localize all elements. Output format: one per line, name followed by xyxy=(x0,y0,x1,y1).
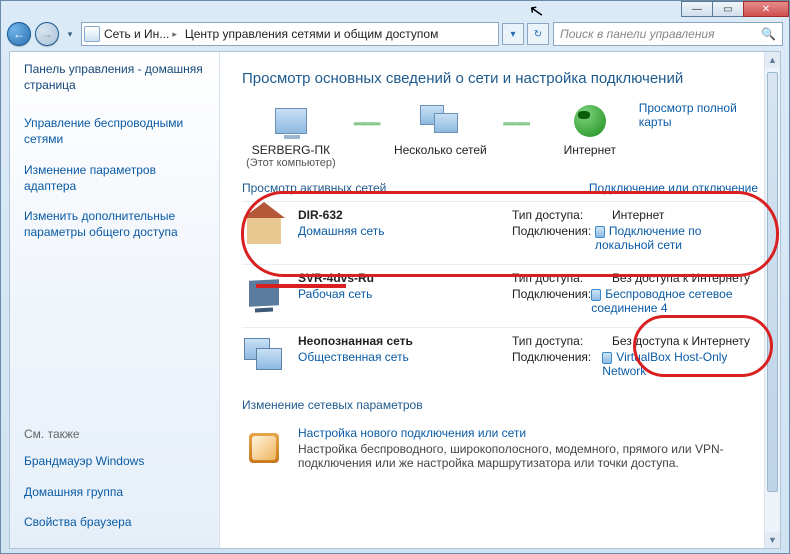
change-settings-header: Изменение сетевых параметров xyxy=(242,398,758,412)
close-button[interactable]: ✕ xyxy=(743,1,789,17)
breadcrumb-level-1[interactable]: Сеть и Ин... ▸ xyxy=(100,27,181,41)
connection-link[interactable]: VirtualBox Host-Only Network xyxy=(602,350,758,378)
overview-pc-name: SERBERG-ПК xyxy=(242,143,340,157)
navbar: ← → ▾ Сеть и Ин... ▸ Центр управления се… xyxy=(1,19,789,49)
overview-multi-net: Несколько сетей xyxy=(391,101,489,157)
search-placeholder: Поиск в панели управления xyxy=(560,27,715,41)
control-panel-icon xyxy=(84,26,100,42)
chevron-right-icon: ▸ xyxy=(172,29,177,40)
globe-icon xyxy=(574,105,606,137)
new-connection-desc: Настройка беспроводного, широкополосного… xyxy=(298,442,758,470)
network-name: Неопознанная сеть xyxy=(298,334,413,348)
main-panel: Просмотр основных сведений о сети и наст… xyxy=(220,52,780,548)
network-overview: SERBERG-ПК (Этот компьютер) ━━━ Нескольк… xyxy=(242,101,758,169)
scrollbar[interactable]: ▲ ▼ xyxy=(764,52,780,548)
network-type-link[interactable]: Домашняя сеть xyxy=(298,224,384,238)
adapter-icon xyxy=(591,289,601,301)
network-name: DIR-632 xyxy=(298,208,384,222)
network-row: DIR-632 Домашняя сеть Тип доступа:Интерн… xyxy=(242,201,758,264)
overview-pc-sub: (Этот компьютер) xyxy=(242,157,340,169)
access-type-value: Интернет xyxy=(612,208,664,222)
access-type-value: Без доступа к Интернету xyxy=(612,334,750,348)
sidebar-title[interactable]: Панель управления - домашняя страница xyxy=(24,62,205,93)
overview-multi-label: Несколько сетей xyxy=(391,143,489,157)
new-connection-link[interactable]: Настройка нового подключения или сети xyxy=(298,426,758,440)
access-type-label: Тип доступа: xyxy=(512,271,612,285)
access-type-value: Без доступа к Интернету xyxy=(612,271,750,285)
new-connection-icon xyxy=(249,433,279,463)
sidebar-link-wireless[interactable]: Управление беспроводными сетями xyxy=(24,115,205,147)
public-network-icon xyxy=(244,338,284,374)
address-bar[interactable]: Сеть и Ин... ▸ Центр управления сетями и… xyxy=(81,22,499,46)
view-full-map-link[interactable]: Просмотр полной карты xyxy=(639,101,758,129)
window: — ▭ ✕ ← → ▾ Сеть и Ин... ▸ Центр управле… xyxy=(0,0,790,554)
content-area: Панель управления - домашняя страница Уп… xyxy=(9,51,781,549)
connect-disconnect-link[interactable]: Подключение или отключение xyxy=(589,181,758,195)
breadcrumb-label: Сеть и Ин... xyxy=(104,27,169,41)
sidebar: Панель управления - домашняя страница Уп… xyxy=(10,52,220,548)
search-icon: 🔍 xyxy=(761,27,776,41)
network-name: SVR-4dvs-Ru xyxy=(298,271,374,285)
connections-label: Подключения: xyxy=(512,287,591,315)
maximize-button[interactable]: ▭ xyxy=(712,1,744,17)
minimize-button[interactable]: — xyxy=(681,1,713,17)
scroll-down-button[interactable]: ▼ xyxy=(765,532,780,548)
connections-label: Подключения: xyxy=(512,224,595,252)
sidebar-link-firewall[interactable]: Брандмауэр Windows xyxy=(24,453,205,469)
arrow-icon: ━━━ xyxy=(340,101,392,147)
overview-internet: Интернет xyxy=(541,101,639,157)
refresh-button[interactable]: ↻ xyxy=(527,23,549,45)
see-also-label: См. также xyxy=(24,427,205,441)
page-title: Просмотр основных сведений о сети и наст… xyxy=(242,70,758,87)
sidebar-link-homegroup[interactable]: Домашняя группа xyxy=(24,484,205,500)
overview-internet-label: Интернет xyxy=(541,143,639,157)
connection-link[interactable]: Подключение по локальной сети xyxy=(595,224,758,252)
active-networks-label: Просмотр активных сетей xyxy=(242,181,386,195)
arrow-icon: ━━━ xyxy=(489,101,541,147)
sidebar-link-browser[interactable]: Свойства браузера xyxy=(24,514,205,530)
network-row: Неопознанная сеть Общественная сеть Тип … xyxy=(242,327,758,390)
search-input[interactable]: Поиск в панели управления 🔍 xyxy=(553,22,783,46)
breadcrumb-label: Центр управления сетями и общим доступом xyxy=(185,27,439,41)
home-network-icon xyxy=(247,216,281,244)
work-network-icon xyxy=(249,279,279,307)
multi-pc-icon xyxy=(420,105,460,137)
scroll-up-button[interactable]: ▲ xyxy=(765,52,780,68)
nav-history-dropdown[interactable]: ▾ xyxy=(63,24,77,44)
settings-row-new-connection: Настройка нового подключения или сети На… xyxy=(242,418,758,478)
access-type-label: Тип доступа: xyxy=(512,334,612,348)
scroll-thumb[interactable] xyxy=(767,72,778,492)
connection-link[interactable]: Беспроводное сетевое соединение 4 xyxy=(591,287,758,315)
overview-this-pc: SERBERG-ПК (Этот компьютер) xyxy=(242,101,340,169)
access-type-label: Тип доступа: xyxy=(512,208,612,222)
adapter-icon xyxy=(602,352,612,364)
pc-icon xyxy=(275,108,307,134)
active-networks-header: Просмотр активных сетей Подключение или … xyxy=(242,181,758,195)
sidebar-link-sharing[interactable]: Изменить дополнительные параметры общего… xyxy=(24,208,205,240)
network-row: SVR-4dvs-Ru Рабочая сеть Тип доступа:Без… xyxy=(242,264,758,327)
address-dropdown-button[interactable]: ▾ xyxy=(502,23,524,45)
forward-button[interactable]: → xyxy=(35,22,59,46)
connections-label: Подключения: xyxy=(512,350,602,378)
sidebar-link-adapter[interactable]: Изменение параметров адаптера xyxy=(24,162,205,194)
titlebar: — ▭ ✕ xyxy=(1,1,789,19)
network-type-link[interactable]: Общественная сеть xyxy=(298,350,409,364)
adapter-icon xyxy=(595,226,605,238)
network-type-link[interactable]: Рабочая сеть xyxy=(298,287,372,301)
back-button[interactable]: ← xyxy=(7,22,31,46)
breadcrumb-level-2[interactable]: Центр управления сетями и общим доступом xyxy=(181,27,443,41)
